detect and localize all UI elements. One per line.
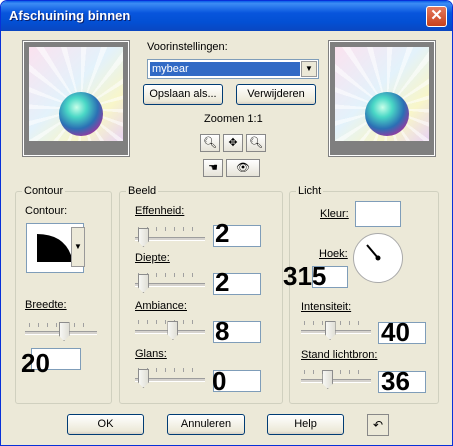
ok-button[interactable]: OK — [67, 414, 144, 435]
hand-button[interactable]: ☚ — [203, 159, 223, 177]
hoek-label: Hoek: — [319, 248, 348, 260]
contour-group-title: Contour — [22, 185, 66, 197]
reset-button[interactable]: ↶ — [367, 414, 389, 436]
before-preview[interactable] — [22, 40, 130, 157]
effenheid-label: Effenheid: — [135, 205, 185, 217]
diepte-label: Diepte: — [135, 252, 170, 264]
stand-lichtbron-slider-track[interactable] — [301, 379, 371, 383]
intensiteit-slider-track[interactable] — [301, 330, 371, 334]
zoom-in-button[interactable]: 🔍︎ — [246, 134, 266, 152]
dialog-window: Afschuining binnen ✕ Voorinstellingen: m… — [0, 0, 453, 446]
window-title: Afschuining binnen — [9, 8, 131, 23]
dial-needle-icon — [366, 244, 381, 261]
pan-button[interactable]: ✥ — [223, 134, 243, 152]
stand-lichtbron-label: Stand lichtbron: — [301, 349, 378, 361]
after-preview[interactable] — [328, 40, 436, 157]
ornament-image — [59, 92, 103, 136]
chevron-down-icon[interactable]: ▼ — [301, 61, 317, 77]
zoom-in-icon: 🔍︎ — [249, 137, 263, 149]
glans-value: 0 — [212, 366, 227, 396]
after-preview-image — [335, 47, 429, 141]
intensiteit-label: Intensiteit: — [301, 301, 352, 313]
ornament-image — [365, 92, 409, 136]
presets-label: Voorinstellingen: — [147, 41, 228, 53]
effenheid-value: 2 — [215, 218, 230, 248]
ambiance-value: 8 — [215, 316, 230, 346]
before-preview-image — [29, 47, 123, 141]
contour-label: Contour: — [25, 205, 68, 217]
help-button[interactable]: Help — [267, 414, 344, 435]
eye-icon: 👁︎ — [236, 162, 250, 174]
hoek-value: 315 — [283, 261, 327, 291]
preview-toggle-button[interactable]: 👁︎ — [226, 159, 260, 177]
angle-dial[interactable] — [353, 233, 403, 283]
ambiance-label: Ambiance: — [135, 300, 187, 312]
kleur-swatch[interactable] — [355, 201, 401, 227]
zoom-out-button[interactable]: 🔍︎ — [200, 134, 220, 152]
licht-group-title: Licht — [296, 185, 324, 197]
save-as-button[interactable]: Opslaan als... — [143, 84, 223, 105]
delete-button[interactable]: Verwijderen — [236, 84, 316, 105]
zoom-out-icon: 🔍︎ — [203, 137, 217, 149]
presets-selected-value: mybear — [150, 62, 300, 76]
breedte-value: 20 — [21, 348, 50, 378]
chevron-down-icon[interactable]: ▼ — [71, 227, 85, 267]
close-icon: ✕ — [430, 7, 443, 24]
undo-icon: ↶ — [372, 418, 384, 432]
kleur-label: Kleur: — [320, 208, 349, 220]
intensiteit-value: 40 — [381, 317, 410, 347]
presets-dropdown[interactable]: mybear ▼ — [147, 59, 319, 79]
close-button[interactable]: ✕ — [426, 6, 447, 27]
breedte-label: Breedte: — [25, 299, 67, 311]
cancel-button[interactable]: Annuleren — [167, 414, 245, 435]
zoom-label: Zoomen 1:1 — [204, 113, 263, 125]
glans-label: Glans: — [135, 348, 167, 360]
diepte-value: 2 — [215, 267, 230, 297]
beeld-group-title: Beeld — [126, 185, 159, 197]
title-bar[interactable]: Afschuining binnen ✕ — [1, 1, 452, 31]
stand-lichtbron-value: 36 — [381, 366, 410, 396]
hand-icon: ☚ — [208, 162, 218, 174]
move-icon: ✥ — [228, 137, 238, 149]
